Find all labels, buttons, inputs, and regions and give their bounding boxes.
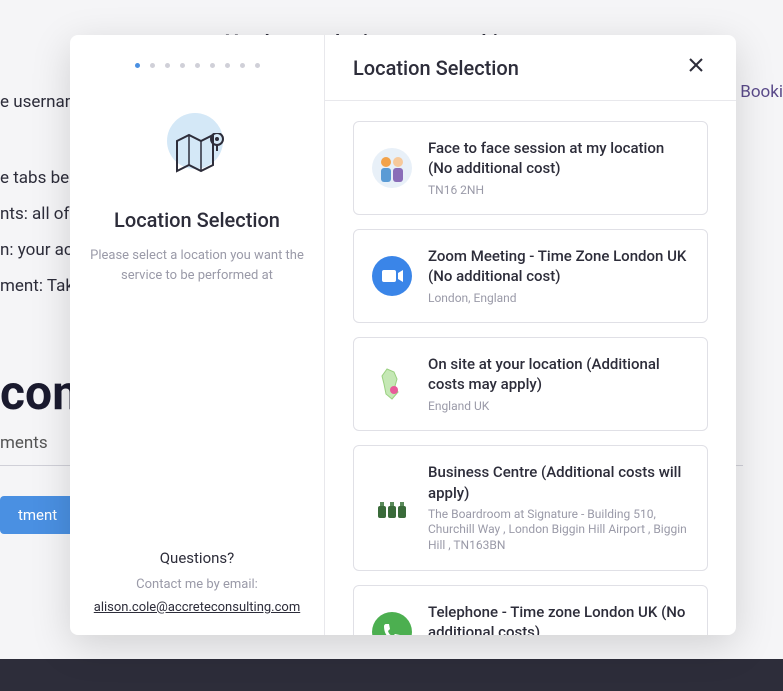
map-uk-icon — [372, 364, 412, 404]
option-title: Telephone - Time zone London UK (No addi… — [428, 602, 689, 635]
step-dot — [255, 63, 260, 68]
options-list[interactable]: Face to face session at my location (No … — [325, 101, 736, 635]
option-text: Face to face session at my location (No … — [428, 138, 689, 198]
option-subtitle: The Boardroom at Signature - Building 51… — [428, 507, 689, 554]
option-subtitle: London, England — [428, 291, 689, 307]
step-dot — [225, 63, 230, 68]
phone-icon — [372, 612, 412, 635]
option-title: Zoom Meeting - Time Zone London UK (No a… — [428, 246, 689, 287]
close-icon — [688, 57, 704, 73]
step-dot — [165, 63, 170, 68]
zoom-icon — [372, 256, 412, 296]
option-text: Business Centre (Additional costs will a… — [428, 462, 689, 553]
modal-left-panel: Location Selection Please select a locat… — [70, 35, 325, 635]
step-dot — [210, 63, 215, 68]
modal-overlay: Location Selection Please select a locat… — [0, 0, 783, 691]
questions-label: Questions? — [94, 549, 300, 567]
option-telephone[interactable]: Telephone - Time zone London UK (No addi… — [353, 585, 708, 635]
step-dot — [150, 63, 155, 68]
modal-right-panel: Location Selection — [325, 35, 736, 635]
office-icon — [372, 488, 412, 528]
left-panel-subtitle: Please select a location you want the se… — [88, 246, 306, 285]
left-panel-footer: Questions? Contact me by email: alison.c… — [94, 549, 300, 615]
option-on-site[interactable]: On site at your location (Additional cos… — [353, 337, 708, 431]
people-icon — [372, 148, 412, 188]
step-dot — [195, 63, 200, 68]
option-text: Zoom Meeting - Time Zone London UK (No a… — [428, 246, 689, 306]
option-title: Business Centre (Additional costs will a… — [428, 462, 689, 503]
option-business-centre[interactable]: Business Centre (Additional costs will a… — [353, 445, 708, 570]
modal-title: Location Selection — [353, 56, 519, 80]
option-subtitle: TN16 2NH — [428, 183, 689, 199]
option-title: On site at your location (Additional cos… — [428, 354, 689, 395]
option-text: On site at your location (Additional cos… — [428, 354, 689, 414]
left-panel-title: Location Selection — [114, 208, 280, 232]
map-pin-icon — [157, 108, 237, 188]
option-text: Telephone - Time zone London UK (No addi… — [428, 602, 689, 635]
option-subtitle: England UK — [428, 399, 689, 415]
close-button[interactable] — [684, 53, 708, 82]
modal-header: Location Selection — [325, 35, 736, 101]
option-title: Face to face session at my location (No … — [428, 138, 689, 179]
contact-email-link[interactable]: alison.cole@accreteconsulting.com — [94, 600, 300, 615]
step-dot — [180, 63, 185, 68]
option-zoom[interactable]: Zoom Meeting - Time Zone London UK (No a… — [353, 229, 708, 323]
location-selection-modal: Location Selection Please select a locat… — [70, 35, 736, 635]
option-face-to-face[interactable]: Face to face session at my location (No … — [353, 121, 708, 215]
step-dot — [240, 63, 245, 68]
step-indicator — [135, 63, 260, 68]
step-dot — [135, 63, 140, 68]
contact-label: Contact me by email: — [94, 577, 300, 592]
